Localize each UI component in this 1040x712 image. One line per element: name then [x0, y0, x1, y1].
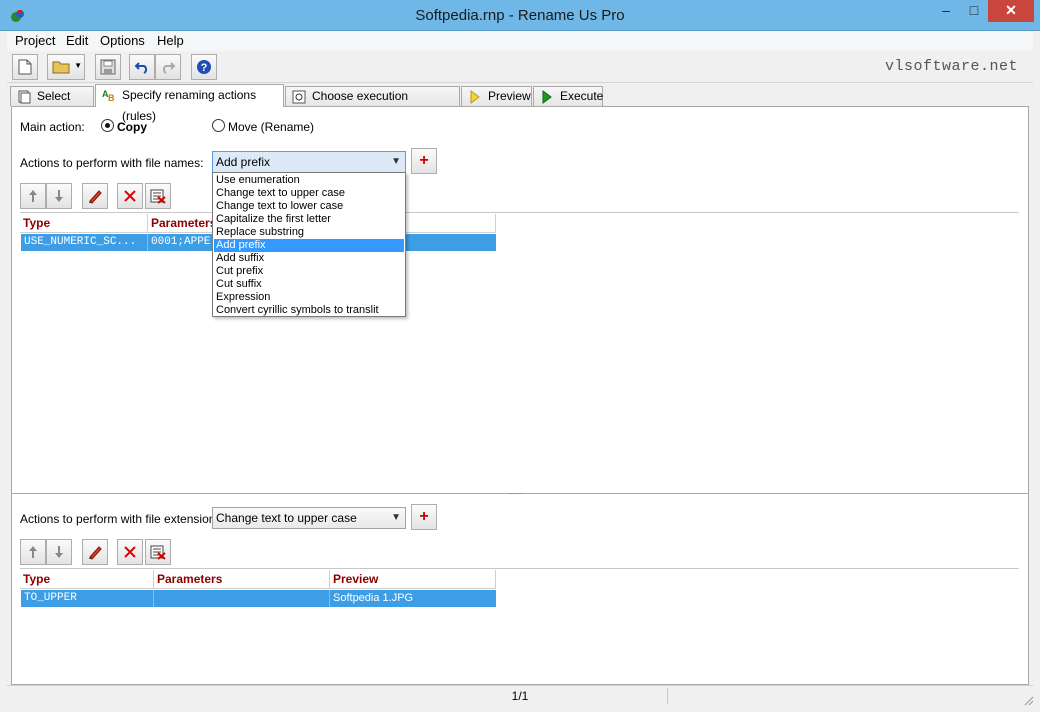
move-radio[interactable]	[212, 119, 225, 132]
arrow-down-icon	[55, 546, 63, 558]
main-action-label: Main action:	[20, 120, 85, 134]
column-type[interactable]: Type	[20, 570, 154, 588]
toolbar: ▼ ?	[7, 51, 1033, 83]
dropdown-option[interactable]: Expression	[214, 291, 404, 304]
menu-bar: Project Edit Options Help	[7, 31, 1033, 51]
maximize-button[interactable]: □	[960, 0, 988, 22]
new-project-button[interactable]	[12, 54, 38, 80]
names-action-select[interactable]: Add prefix ▼	[212, 151, 406, 173]
resize-grip-icon[interactable]	[1022, 694, 1034, 706]
dropdown-option[interactable]: Change text to lower case	[214, 200, 404, 213]
ab-rules-icon: AB	[102, 88, 116, 103]
tab-execute[interactable]: Execute	[533, 86, 603, 106]
brand-label: vlsoftware.net	[885, 58, 1019, 75]
play-icon	[540, 90, 554, 104]
extensions-actions-label: Actions to perform with file extensions:	[20, 512, 225, 526]
arrow-down-icon	[55, 190, 63, 202]
menu-help[interactable]: Help	[157, 33, 184, 48]
delete-button[interactable]	[117, 183, 143, 209]
dropdown-option[interactable]: Convert cyrillic symbols to translit	[214, 304, 404, 317]
save-button[interactable]	[95, 54, 121, 80]
copy-radio[interactable]	[101, 119, 114, 132]
dropdown-option[interactable]: Capitalize the first letter	[214, 213, 404, 226]
pencil-icon	[89, 190, 102, 204]
names-action-dropdown[interactable]: Use enumeration Change text to upper cas…	[212, 172, 406, 317]
open-project-button[interactable]: ▼	[47, 54, 85, 80]
delete-button[interactable]	[117, 539, 143, 565]
help-button[interactable]: ?	[191, 54, 217, 80]
names-grid-border	[20, 212, 1019, 213]
params-icon	[292, 90, 306, 104]
edit-button[interactable]	[82, 183, 108, 209]
menu-edit[interactable]: Edit	[66, 33, 88, 48]
splitter-grip[interactable]: ......	[508, 486, 523, 496]
extensions-grid-border	[20, 568, 1019, 569]
delete-x-icon	[124, 546, 136, 558]
move-down-button[interactable]	[46, 539, 72, 565]
undo-button[interactable]	[129, 54, 155, 80]
pencil-icon	[89, 546, 102, 560]
dropdown-option-selected[interactable]: Add prefix	[214, 239, 404, 252]
plus-icon: +	[419, 152, 429, 169]
page-counter: 1/1	[511, 689, 529, 703]
window-title: Softpedia.rnp - Rename Us Pro	[415, 7, 625, 24]
chevron-down-icon[interactable]: ▼	[74, 61, 82, 70]
menu-options[interactable]: Options	[100, 33, 145, 48]
names-actions-label: Actions to perform with file names:	[20, 156, 204, 170]
files-icon	[17, 90, 31, 104]
arrow-up-icon	[29, 546, 37, 558]
column-type[interactable]: Type	[20, 214, 148, 232]
dropdown-option[interactable]: Cut prefix	[214, 265, 404, 278]
dropdown-option[interactable]: Replace substring	[214, 226, 404, 239]
table-row[interactable]: TO_UPPER Softpedia 1.JPG	[21, 590, 496, 607]
cell-preview: Softpedia 1.JPG	[333, 592, 414, 604]
move-radio-label[interactable]: Move (Rename)	[228, 120, 314, 134]
chevron-down-icon: ▼	[391, 512, 401, 523]
preview-icon	[468, 90, 482, 104]
move-up-button[interactable]	[20, 539, 46, 565]
svg-text:?: ?	[201, 62, 208, 74]
edit-button[interactable]	[82, 539, 108, 565]
redo-icon	[162, 62, 176, 74]
help-question-icon: ?	[197, 60, 211, 74]
new-document-icon	[18, 59, 32, 75]
folder-icon	[52, 61, 70, 74]
column-preview[interactable]: Preview	[330, 570, 496, 588]
add-extension-action-button[interactable]: +	[411, 504, 437, 530]
delete-x-icon	[124, 190, 136, 202]
redo-button[interactable]	[155, 54, 181, 80]
dropdown-option[interactable]: Add suffix	[214, 252, 404, 265]
minimize-button[interactable]: –	[932, 0, 960, 22]
tab-specify-rules[interactable]: AB Specify renaming actions (rules)	[95, 84, 284, 123]
column-parameters[interactable]: Parameters	[154, 570, 330, 588]
cell-parameters	[154, 590, 330, 607]
extensions-action-select[interactable]: Change text to upper case ▼	[212, 507, 406, 529]
dropdown-option[interactable]: Cut suffix	[214, 278, 404, 291]
dropdown-option[interactable]: Use enumeration	[214, 174, 404, 187]
tab-execution-params[interactable]: Choose execution parameters	[285, 86, 460, 122]
plus-icon: +	[419, 508, 429, 525]
menu-project[interactable]: Project	[15, 33, 55, 48]
add-name-action-button[interactable]: +	[411, 148, 437, 174]
clear-all-button[interactable]	[145, 539, 171, 565]
svg-text:B: B	[108, 93, 115, 102]
tab-bar: Select files AB Specify renaming actions…	[7, 84, 1033, 123]
move-down-button[interactable]	[46, 183, 72, 209]
save-disk-icon	[100, 59, 116, 75]
arrow-up-icon	[29, 190, 37, 202]
tab-preview[interactable]: Preview	[461, 86, 532, 106]
clear-list-icon	[150, 545, 166, 560]
extensions-grid-header: Type Parameters Preview	[20, 570, 496, 589]
cell-type: TO_UPPER	[21, 590, 154, 607]
cell-type: USE_NUMERIC_SC...	[21, 234, 148, 251]
chevron-down-icon: ▼	[391, 156, 401, 167]
dropdown-option[interactable]: Change text to upper case	[214, 187, 404, 200]
clear-all-button[interactable]	[145, 183, 171, 209]
move-up-button[interactable]	[20, 183, 46, 209]
tab-select-files[interactable]: Select files	[10, 86, 94, 122]
clear-list-icon	[150, 189, 166, 204]
close-button[interactable]: ✕	[988, 0, 1034, 22]
undo-icon	[134, 62, 148, 74]
